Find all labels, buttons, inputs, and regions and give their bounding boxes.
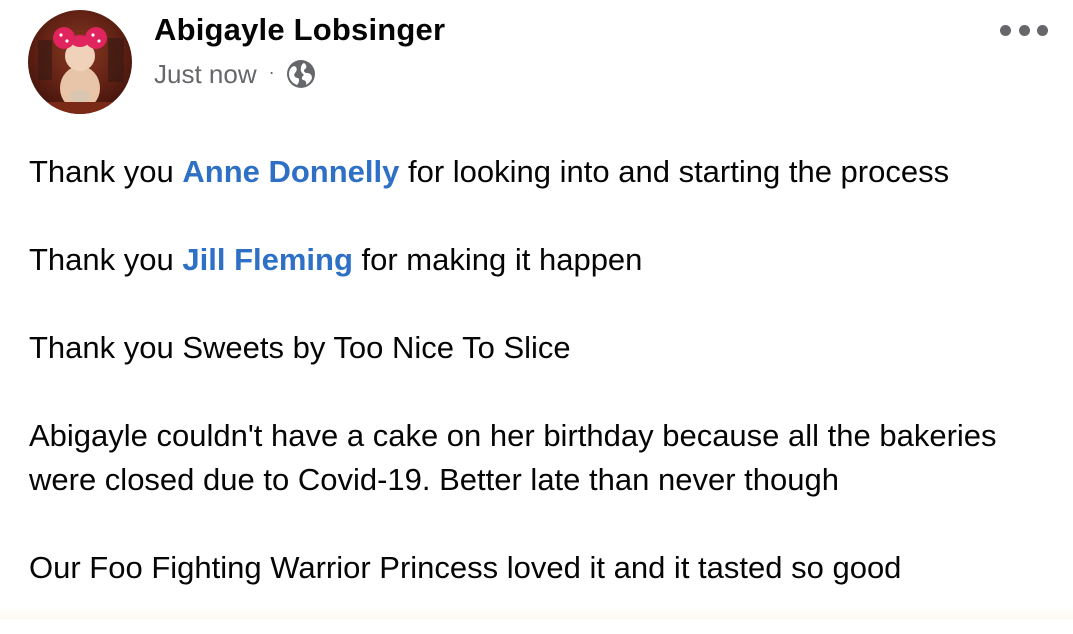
more-dot [1018, 24, 1030, 36]
paragraph-text: for looking into and starting the proces… [399, 154, 950, 189]
meta-separator: · [268, 61, 275, 82]
more-dot [1037, 24, 1048, 36]
image-preview-edge [0, 606, 1073, 619]
avatar-image [28, 27, 132, 114]
author-name[interactable]: Abigayle Lobsinger [154, 12, 445, 48]
facebook-post: Abigayle Lobsinger Just now · Thank you … [0, 0, 1073, 619]
paragraph-text: for making it happen [352, 242, 643, 277]
avatar[interactable] [28, 10, 132, 114]
post-paragraph: Thank you Anne Donnelly for looking into… [29, 150, 1059, 194]
timestamp[interactable]: Just now [154, 59, 257, 90]
mention-link[interactable]: Jill Fleming [182, 242, 353, 277]
paragraph-text: Thank you [29, 242, 183, 277]
more-dot [1000, 24, 1011, 36]
post-header: Abigayle Lobsinger Just now · [28, 10, 1048, 114]
post-paragraph: Thank you Jill Fleming for making it hap… [29, 238, 1059, 282]
post-paragraph: Thank you Sweets by Too Nice To Slice [29, 330, 571, 365]
paragraph-text: Thank you [29, 154, 183, 189]
mention-link[interactable]: Anne Donnelly [182, 154, 399, 189]
post-body: Thank you Anne Donnelly for looking into… [29, 150, 1059, 634]
post-meta: Just now · [154, 58, 317, 90]
post-paragraph: Abigayle couldn't have a cake on her bir… [29, 418, 997, 497]
more-options-icon[interactable] [1000, 18, 1048, 42]
globe-icon[interactable] [285, 58, 317, 90]
post-paragraph: Our Foo Fighting Warrior Princess loved … [29, 550, 902, 585]
